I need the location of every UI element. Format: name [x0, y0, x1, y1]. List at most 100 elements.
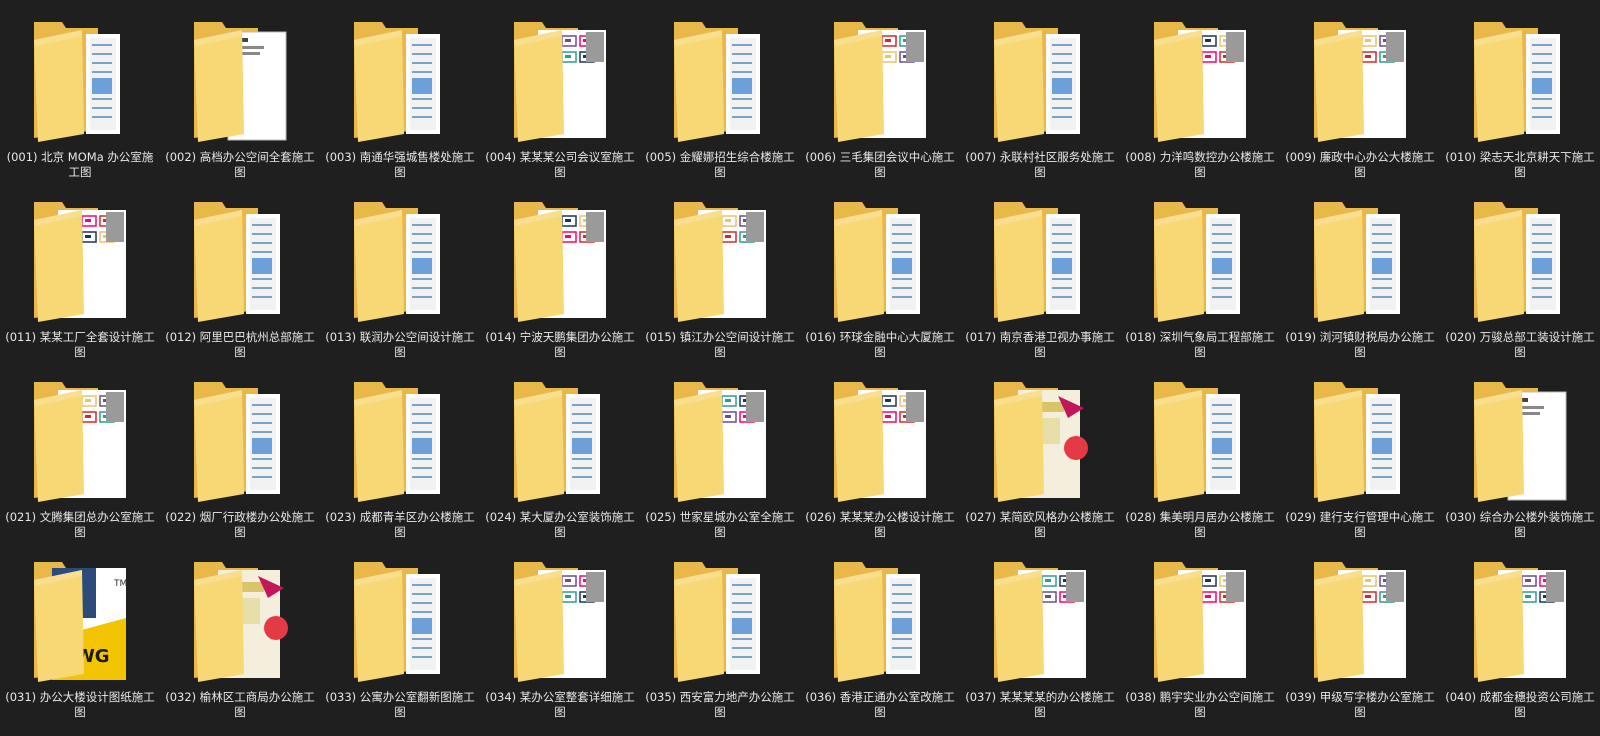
folder-item[interactable]: (014) 宁波天鹏集团办公施工图 — [480, 190, 640, 370]
folder-drawing-icon — [1308, 558, 1412, 684]
folder-drawing-icon — [828, 18, 932, 144]
folder-drawing-icon — [1148, 558, 1252, 684]
folder-drawing-icon — [508, 18, 612, 144]
folder-name: (016) 环球金融中心大厦施工图 — [805, 330, 955, 359]
folder-item[interactable]: (012) 阿里巴巴杭州总部施工图 — [160, 190, 320, 370]
folder-item[interactable]: (005) 金耀娜招生综合楼施工图 — [640, 10, 800, 190]
folder-name: (005) 金耀娜招生综合楼施工图 — [645, 150, 795, 179]
folder-generic-icon — [508, 378, 612, 504]
folder-name: (011) 某某工厂全套设计施工图 — [5, 330, 155, 359]
folder-name: (012) 阿里巴巴杭州总部施工图 — [165, 330, 315, 359]
folder-name: (001) 北京 MOMa 办公室施工图 — [6, 150, 154, 179]
folder-item[interactable]: (021) 文腾集团总办公室施工图 — [0, 370, 160, 550]
folder-name: (028) 集美明月居办公楼施工图 — [1125, 510, 1275, 539]
folder-generic-icon — [1148, 378, 1252, 504]
folder-drawing-icon — [988, 558, 1092, 684]
folder-generic-icon — [1148, 198, 1252, 324]
folder-item[interactable]: (016) 环球金融中心大厦施工图 — [800, 190, 960, 370]
folder-drawing-icon — [668, 198, 772, 324]
folder-name: (004) 某某某公司会议室施工图 — [485, 150, 635, 179]
folder-drawing-icon — [1308, 18, 1412, 144]
folder-item[interactable]: (002) 高档办公空间全套施工图 — [160, 10, 320, 190]
folder-item[interactable]: (027) 某简欧风格办公楼施工图 — [960, 370, 1120, 550]
folder-name: (020) 万骏总部工装设计施工图 — [1445, 330, 1595, 359]
folder-poster-icon — [188, 558, 292, 684]
folder-generic-icon — [348, 558, 452, 684]
folder-generic-icon — [1468, 18, 1572, 144]
folder-item[interactable]: (037) 某某某某的办公楼施工图 — [960, 550, 1120, 730]
folder-item[interactable]: (028) 集美明月居办公楼施工图 — [1120, 370, 1280, 550]
folder-item[interactable]: (033) 公寓办公室翻新图施工图 — [320, 550, 480, 730]
folder-dwg-icon: DWG TM — [28, 558, 132, 684]
folder-name: (038) 鹏宇实业办公空间施工图 — [1125, 690, 1275, 719]
folder-item[interactable]: (015) 镇江办公空间设计施工图 — [640, 190, 800, 370]
folder-generic-icon — [1308, 198, 1412, 324]
folder-name: (027) 某简欧风格办公楼施工图 — [965, 510, 1115, 539]
folder-name: (023) 成都青羊区办公楼施工图 — [325, 510, 475, 539]
folder-name: (002) 高档办公空间全套施工图 — [165, 150, 315, 179]
folder-generic-icon — [188, 378, 292, 504]
folder-generic-icon — [988, 198, 1092, 324]
folder-item[interactable]: (013) 联润办公空间设计施工图 — [320, 190, 480, 370]
folder-document-icon — [188, 18, 292, 144]
folder-item[interactable]: (026) 某某某办公楼设计施工图 — [800, 370, 960, 550]
folder-item[interactable]: (020) 万骏总部工装设计施工图 — [1440, 190, 1600, 370]
folder-item[interactable]: (017) 南京香港卫视办事施工图 — [960, 190, 1120, 370]
folder-name: (037) 某某某某的办公楼施工图 — [965, 690, 1115, 719]
folder-name: (007) 永联村社区服务处施工图 — [965, 150, 1115, 179]
folder-name: (013) 联润办公空间设计施工图 — [325, 330, 475, 359]
folder-name: (030) 综合办公楼外装饰施工图 — [1445, 510, 1595, 539]
folder-drawing-icon — [1148, 18, 1252, 144]
folder-generic-icon — [828, 558, 932, 684]
folder-item[interactable]: (009) 廉政中心办公大楼施工图 — [1280, 10, 1440, 190]
folder-item[interactable]: (040) 成都金穗投资公司施工图 — [1440, 550, 1600, 730]
folder-generic-icon — [28, 18, 132, 144]
folder-item[interactable]: (003) 南通华强城售楼处施工图 — [320, 10, 480, 190]
folder-name: (035) 西安富力地产办公施工图 — [645, 690, 795, 719]
folder-item[interactable]: DWG TM (031) 办公大楼设计图纸施工图 — [0, 550, 160, 730]
folder-item[interactable]: (007) 永联村社区服务处施工图 — [960, 10, 1120, 190]
folder-item[interactable]: (011) 某某工厂全套设计施工图 — [0, 190, 160, 370]
folder-name: (024) 某大厦办公室装饰施工图 — [485, 510, 635, 539]
folder-item[interactable]: (004) 某某某公司会议室施工图 — [480, 10, 640, 190]
folder-item[interactable]: (006) 三毛集团会议中心施工图 — [800, 10, 960, 190]
folder-item[interactable]: (010) 梁志天北京耕天下施工图 — [1440, 10, 1600, 190]
folder-item[interactable]: (029) 建行支行管理中心施工图 — [1280, 370, 1440, 550]
folder-generic-icon — [348, 198, 452, 324]
folder-item[interactable]: (032) 榆林区工商局办公施工图 — [160, 550, 320, 730]
folder-name: (040) 成都金穗投资公司施工图 — [1445, 690, 1595, 719]
folder-drawing-icon — [508, 198, 612, 324]
folder-name: (003) 南通华强城售楼处施工图 — [325, 150, 475, 179]
folder-name: (026) 某某某办公楼设计施工图 — [805, 510, 955, 539]
folder-generic-icon — [668, 18, 772, 144]
folder-name: (036) 香港正通办公室改施工图 — [805, 690, 955, 719]
folder-generic-icon — [1468, 198, 1572, 324]
file-grid: (001) 北京 MOMa 办公室施工图 (002) 高档办公空间全套施工图 (00… — [0, 0, 1600, 736]
folder-item[interactable]: (030) 综合办公楼外装饰施工图 — [1440, 370, 1600, 550]
folder-name: (032) 榆林区工商局办公施工图 — [165, 690, 315, 719]
folder-item[interactable]: (018) 深圳气象局工程部施工图 — [1120, 190, 1280, 370]
folder-name: (031) 办公大楼设计图纸施工图 — [5, 690, 155, 719]
folder-name: (025) 世家星城办公室全施工图 — [645, 510, 795, 539]
folder-generic-icon — [348, 378, 452, 504]
folder-item[interactable]: (025) 世家星城办公室全施工图 — [640, 370, 800, 550]
folder-name: (039) 甲级写字楼办公室施工图 — [1285, 690, 1435, 719]
folder-item[interactable]: (034) 某办公室整套详细施工图 — [480, 550, 640, 730]
folder-item[interactable]: (023) 成都青羊区办公楼施工图 — [320, 370, 480, 550]
folder-item[interactable]: (022) 烟厂行政楼办公处施工图 — [160, 370, 320, 550]
folder-item[interactable]: (036) 香港正通办公室改施工图 — [800, 550, 960, 730]
folder-item[interactable]: (008) 力洋鸣数控办公楼施工图 — [1120, 10, 1280, 190]
folder-item[interactable]: (024) 某大厦办公室装饰施工图 — [480, 370, 640, 550]
folder-item[interactable]: (035) 西安富力地产办公施工图 — [640, 550, 800, 730]
folder-generic-icon — [348, 18, 452, 144]
folder-generic-icon — [1308, 378, 1412, 504]
folder-name: (008) 力洋鸣数控办公楼施工图 — [1125, 150, 1275, 179]
folder-item[interactable]: (039) 甲级写字楼办公室施工图 — [1280, 550, 1440, 730]
folder-item[interactable]: (001) 北京 MOMa 办公室施工图 — [0, 10, 160, 190]
folder-poster-icon — [988, 378, 1092, 504]
folder-name: (010) 梁志天北京耕天下施工图 — [1445, 150, 1595, 179]
folder-name: (034) 某办公室整套详细施工图 — [485, 690, 635, 719]
folder-item[interactable]: (038) 鹏宇实业办公空间施工图 — [1120, 550, 1280, 730]
folder-name: (009) 廉政中心办公大楼施工图 — [1285, 150, 1435, 179]
folder-item[interactable]: (019) 浏河镇财税局办公施工图 — [1280, 190, 1440, 370]
